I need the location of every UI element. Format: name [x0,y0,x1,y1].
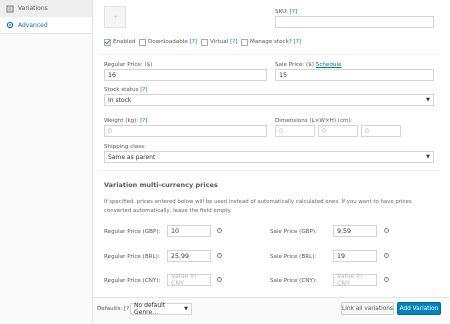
regular-price-cny-label: Regular Price (CNY): [104,278,161,284]
sale-price-label: Sale Price: ($) Schedule [275,62,342,68]
divider [100,54,440,55]
sale-price-input[interactable]: 15 [275,69,434,81]
sku-input[interactable] [275,16,434,28]
regular-price-label: Regular Price: ($) [104,62,153,68]
sidebar-item-advanced[interactable]: Advanced [0,17,92,34]
downloadable-help[interactable]: [?] [190,39,197,45]
width-input[interactable]: 0 [318,125,358,137]
help-icon[interactable]: ? [217,228,222,233]
downloadable-checkbox[interactable] [139,39,146,46]
divider [100,170,440,171]
shipping-class-label: Shipping class: [104,144,146,150]
weight-input[interactable]: 0 [104,125,267,137]
multicurrency-heading: Variation multi-currency prices [104,181,218,189]
defaults-select[interactable]: No default Genre… ▼ [130,302,192,316]
weight-help[interactable]: [?] [140,118,147,124]
stock-status-label: Stock status [?] [104,87,148,93]
add-variation-button[interactable]: Add Variation [397,302,441,315]
help-icon[interactable]: ? [384,253,389,258]
variations-icon [6,5,14,13]
virtual-label: Virtual [?] [210,39,238,45]
regular-price-gbp-input[interactable]: 10 [167,225,211,237]
sale-price-brl-label: Sale Price (BRL): [270,254,317,260]
sku-help[interactable]: [?] [290,9,297,15]
virtual-help[interactable]: [?] [230,39,237,45]
enabled-label: Enabled [113,39,136,45]
shipping-class-select[interactable]: Same as parent ▼ [104,151,434,163]
add-image-icon: + [113,14,119,21]
virtual-checkbox[interactable] [201,39,208,46]
regular-price-cny-input[interactable]: Value in CNY [167,273,211,287]
length-input[interactable]: 0 [275,125,315,137]
chevron-down-icon: ▼ [426,97,430,103]
help-icon[interactable]: ? [217,253,222,258]
sku-label: SKU: [?] [275,9,298,15]
gear-icon [6,21,14,29]
manage-stock-help[interactable]: [?] [294,39,301,45]
multicurrency-description: If specified, prices entered below will … [104,199,412,214]
dimensions-label: Dimensions (L×W×H) (cm): [275,118,353,124]
shipping-class-value: Same as parent [108,153,156,161]
sale-price-brl-input[interactable]: 19 [333,250,377,262]
regular-price-gbp-label: Regular Price (GBP): [104,229,161,235]
manage-stock-checkbox[interactable] [241,39,248,46]
link-all-variations-button[interactable]: Link all variations [341,302,394,315]
help-icon[interactable]: ? [384,277,389,282]
defaults-select-value: No default Genre… [134,302,166,316]
sidebar-item-label: Advanced [18,21,48,29]
stock-status-select[interactable]: In stock ▼ [104,94,434,106]
chevron-down-icon: ▼ [426,154,430,160]
regular-price-brl-input[interactable]: 25.99 [167,250,211,262]
defaults-label: Defaults: [?] [97,306,132,312]
regular-price-input[interactable]: 16 [104,69,267,81]
sale-price-gbp-input[interactable]: 9.59 [333,225,377,237]
help-icon[interactable]: ? [217,277,222,282]
manage-stock-label: Manage stock? [?] [250,39,301,45]
chevron-down-icon: ▼ [184,306,188,312]
stock-status-help[interactable]: [?] [140,87,147,93]
variation-image-upload[interactable]: + [104,6,126,28]
sidebar-item-variations[interactable]: Variations [0,0,92,17]
sale-price-cny-input[interactable]: Value in CNY [333,273,377,287]
sale-price-gbp-label: Sale Price (GBP): [270,229,317,235]
weight-label: Weight (kg): [?] [104,118,148,124]
enabled-checkbox[interactable] [104,39,111,46]
sale-price-cny-label: Sale Price (CNY): [270,278,317,284]
height-input[interactable]: 0 [361,125,401,137]
regular-price-brl-label: Regular Price (BRL): [104,254,160,260]
schedule-link[interactable]: Schedule [316,62,342,68]
stock-status-value: In stock [108,96,132,104]
sidebar-item-label: Variations [18,5,48,12]
product-data-sidebar: Variations Advanced [0,0,93,324]
downloadable-label: Downloadable [?] [148,39,197,45]
help-icon[interactable]: ? [384,228,389,233]
